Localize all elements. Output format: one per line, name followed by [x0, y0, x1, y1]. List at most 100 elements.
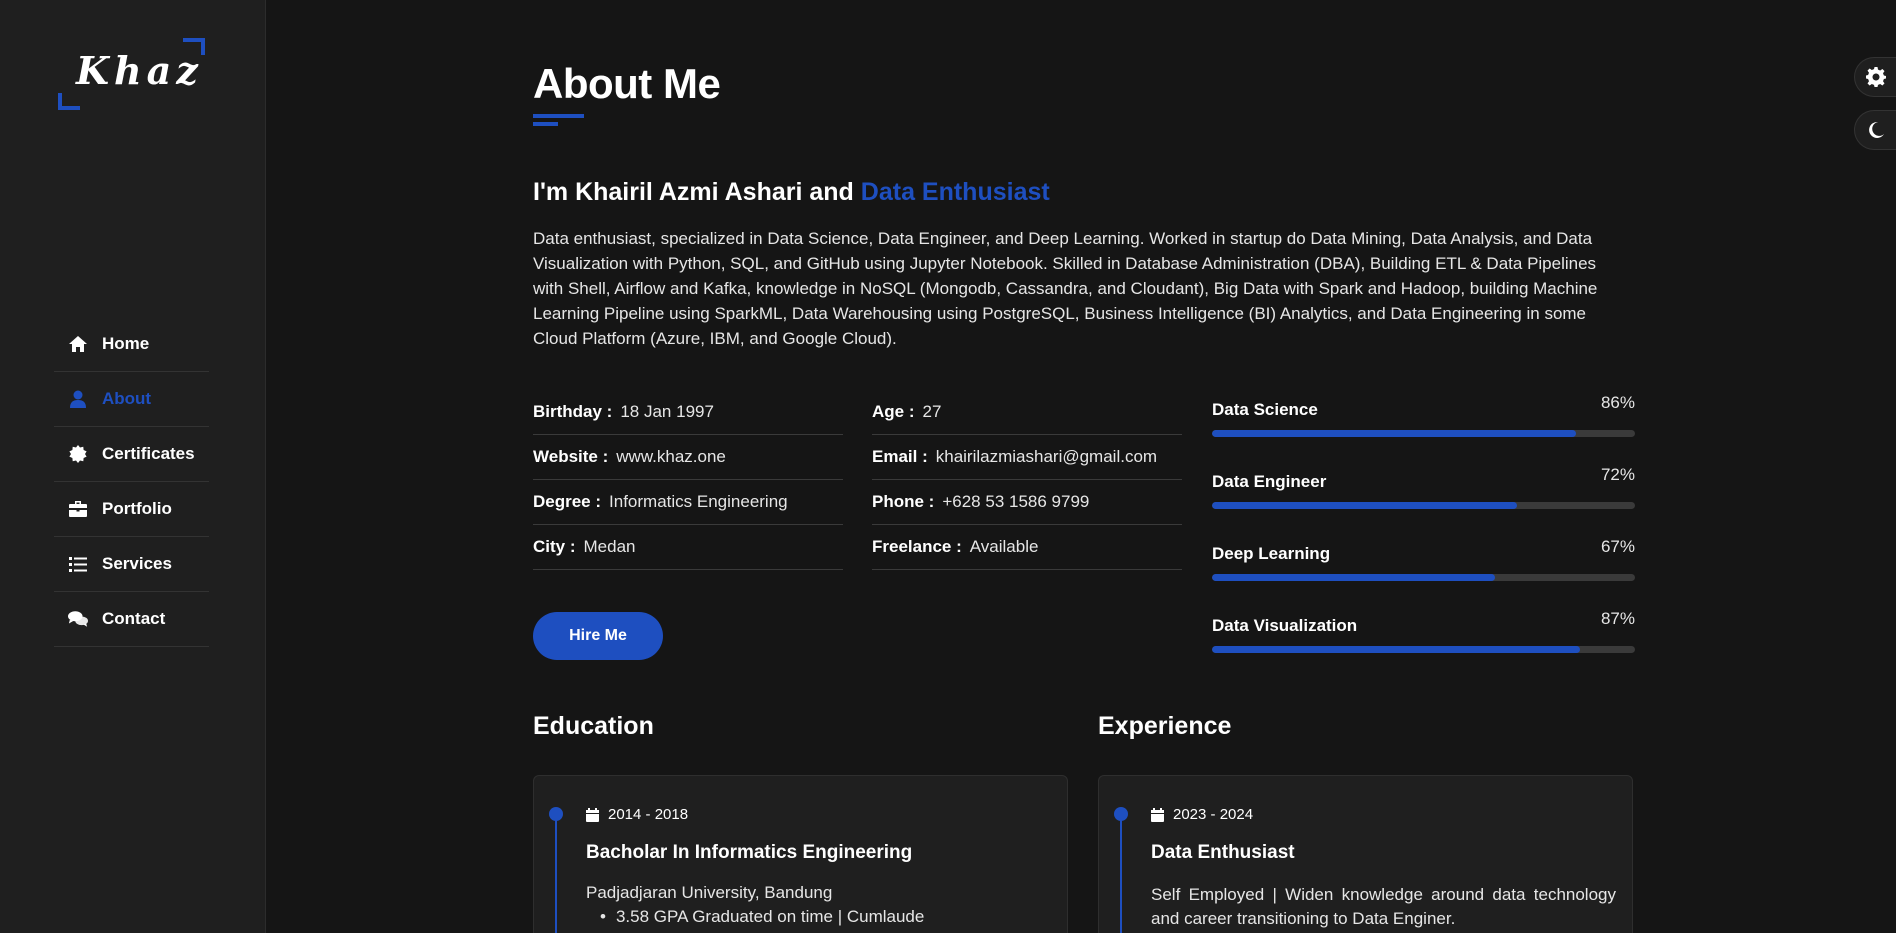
skills-list: Data Science 86% Data Engineer 72% Deep … [1212, 390, 1635, 678]
moon-icon [1868, 121, 1884, 138]
experience-card: 2023 - 2024 Data Enthusiast Self Employe… [1098, 775, 1633, 933]
nav-item-label: Home [102, 334, 150, 353]
info-label: Phone : [872, 492, 935, 511]
info-row-freelance: Freelance : Available [872, 525, 1182, 570]
nav-item-certificates[interactable]: Certificates [54, 427, 209, 482]
skill-data-science: Data Science 86% [1212, 390, 1635, 462]
period-text: 2014 - 2018 [608, 806, 689, 823]
skill-progress-fill [1212, 646, 1580, 653]
calendar-icon [1151, 807, 1164, 822]
bio-text: Data enthusiast, specialized in Data Sci… [533, 229, 1598, 348]
calendar-icon [586, 807, 599, 822]
settings-button[interactable] [1854, 57, 1896, 97]
info-row-phone: Phone : +628 53 1586 9799 [872, 480, 1182, 525]
nav-item-label: Certificates [102, 444, 195, 463]
info-value: Informatics Engineering [609, 492, 788, 511]
info-list-right: Age : 27 Email : khairilazmiashari@gmail.c… [872, 390, 1182, 570]
skill-name: Data Visualization [1212, 616, 1358, 635]
logo-corner-bottom-left [58, 93, 80, 110]
info-label: Degree : [533, 492, 602, 511]
info-label: Birthday : [533, 402, 613, 421]
info-label: Freelance : [872, 537, 962, 556]
info-value: Medan [583, 537, 636, 556]
nav-item-home[interactable]: Home [54, 317, 209, 372]
site-logo[interactable]: Khaz [58, 38, 205, 110]
title-underline [533, 114, 584, 126]
skill-deep-learning: Deep Learning 67% [1212, 534, 1635, 606]
skill-data-engineer: Data Engineer 72% [1212, 462, 1635, 534]
skill-percent: 72% [1600, 465, 1635, 484]
info-value: www.khaz.one [616, 447, 726, 466]
info-row-birthday: Birthday : 18 Jan 1997 [533, 390, 843, 435]
gear-icon [1865, 67, 1886, 87]
nav-item-label: Portfolio [102, 499, 172, 518]
skill-name: Deep Learning [1212, 544, 1331, 563]
timeline-dot [549, 807, 563, 821]
list-item: 3.58 GPA Graduated on time | Cumlaude [586, 907, 924, 927]
nav-item-about[interactable]: About [54, 372, 209, 427]
info-row-degree: Degree : Informatics Engineering [533, 480, 843, 525]
info-row-website: Website : www.khaz.one [533, 435, 843, 480]
nav-item-portfolio[interactable]: Portfolio [54, 482, 209, 537]
logo-text: Khaz [76, 48, 203, 93]
skill-progress-bar [1212, 502, 1635, 509]
skill-name: Data Engineer [1212, 472, 1327, 491]
sidebar: Khaz Home About Certificates Portfolio S… [0, 0, 266, 933]
period-text: 2023 - 2024 [1173, 806, 1254, 823]
info-value: +628 53 1586 9799 [942, 492, 1090, 511]
list-icon [68, 556, 88, 572]
info-row-city: City : Medan [533, 525, 843, 570]
info-value: 18 Jan 1997 [620, 402, 714, 421]
timeline-dot [1114, 807, 1128, 821]
skill-progress-bar [1212, 646, 1635, 653]
experience-title: Experience [1098, 712, 1232, 740]
nav-item-services[interactable]: Services [54, 537, 209, 592]
experience-role: Data Enthusiast [1151, 842, 1295, 863]
intro-role: Data Enthusiast [860, 178, 1050, 206]
education-points: 3.58 GPA Graduated on time | Cumlaude [586, 907, 924, 927]
experience-description: Self Employed | Widen knowledge around d… [1151, 885, 1616, 928]
info-value: 27 [922, 402, 942, 421]
timeline-line [555, 815, 557, 933]
timeline-line [1120, 815, 1122, 933]
skill-percent: 67% [1600, 537, 1635, 556]
skill-percent: 86% [1600, 393, 1635, 412]
info-label: City : [533, 537, 576, 556]
hire-me-button[interactable]: Hire Me [533, 612, 663, 660]
page-title: About Me [533, 60, 721, 107]
info-row-email: Email : khairilazmiashari@gmail.com [872, 435, 1182, 480]
main-nav: Home About Certificates Portfolio Servic… [54, 317, 209, 647]
skill-data-visualization: Data Visualization 87% [1212, 606, 1635, 678]
education-degree: Bacholar In Informatics Engineering [586, 842, 913, 863]
education-school: Padjadjaran University, Bandung [586, 883, 833, 902]
education-period: 2014 - 2018 [586, 806, 688, 823]
user-icon [68, 390, 88, 408]
comments-icon [68, 610, 88, 628]
info-row-age: Age : 27 [872, 390, 1182, 435]
nav-item-label: Services [102, 554, 172, 573]
info-label: Age : [872, 402, 915, 421]
nav-item-label: Contact [102, 609, 166, 628]
skill-name: Data Science [1212, 400, 1318, 419]
info-label: Website : [533, 447, 609, 466]
nav-item-contact[interactable]: Contact [54, 592, 209, 647]
theme-toggle-button[interactable] [1854, 110, 1896, 150]
intro-name: I'm Khairil Azmi Ashari and [533, 178, 861, 206]
experience-period: 2023 - 2024 [1151, 806, 1253, 823]
info-label: Email : [872, 447, 928, 466]
info-list-left: Birthday : 18 Jan 1997 Website : www.khaz.… [533, 390, 843, 570]
briefcase-icon [68, 501, 88, 517]
home-icon [68, 335, 88, 353]
skill-progress-bar [1212, 574, 1635, 581]
skill-progress-fill [1212, 502, 1517, 509]
skill-progress-bar [1212, 430, 1635, 437]
nav-item-label: About [102, 389, 152, 408]
skill-percent: 87% [1600, 609, 1635, 628]
info-value: Available [969, 537, 1039, 556]
education-title: Education [533, 712, 654, 740]
certificate-icon [68, 445, 88, 463]
intro-heading: I'm Khairil Azmi Ashari and Data Enthusi… [533, 178, 1050, 207]
skill-progress-fill [1212, 430, 1576, 437]
info-value: khairilazmiashari@gmail.com [935, 447, 1158, 466]
education-card: 2014 - 2018 Bacholar In Informatics Engi… [533, 775, 1068, 933]
